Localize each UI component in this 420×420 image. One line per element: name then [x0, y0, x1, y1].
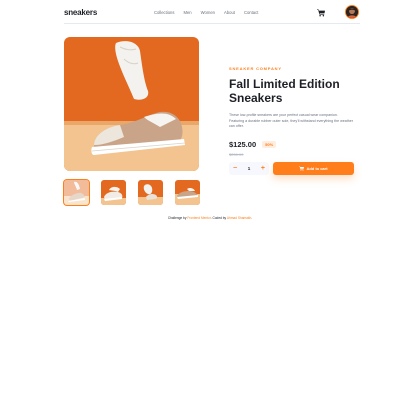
menu-item-women[interactable]: Women: [201, 10, 215, 15]
footer-text-1: Challenge by: [167, 216, 188, 220]
thumbnail-4[interactable]: [175, 180, 200, 205]
thumbnail-3[interactable]: [138, 180, 163, 205]
price-row: $125.00 50%: [229, 140, 357, 149]
product-details: SNEAKER COMPANY Fall Limited Edition Sne…: [229, 66, 357, 157]
minus-button[interactable]: −: [233, 165, 237, 172]
author-link[interactable]: Ahmad Shamakh: [227, 216, 251, 220]
menu-item-men[interactable]: Men: [183, 10, 191, 15]
add-to-cart-button[interactable]: Add to cart: [273, 162, 354, 175]
current-price: $125.00: [229, 139, 257, 149]
thumbnail-1[interactable]: [63, 179, 90, 206]
quantity-value: 1: [247, 166, 251, 171]
menu-item-about[interactable]: About: [224, 10, 235, 15]
cart-icon[interactable]: [317, 9, 325, 17]
quantity-stepper: − 1 +: [229, 162, 269, 175]
company-name: SNEAKER COMPANY: [229, 66, 282, 71]
thumbnail-2[interactable]: [101, 180, 126, 205]
thumbnail-row: [63, 179, 200, 206]
footer-text-2: . Coded by: [210, 216, 227, 220]
footer-text-3: .: [251, 216, 253, 220]
menu-item-collections[interactable]: Collections: [154, 10, 174, 15]
cart-icon: [299, 166, 305, 171]
avatar[interactable]: [345, 5, 359, 19]
product-main-image[interactable]: [64, 37, 199, 171]
product-title: Fall Limited Edition Sneakers: [229, 77, 340, 105]
logo[interactable]: sneakers: [64, 8, 97, 17]
plus-button[interactable]: +: [261, 165, 265, 172]
menu-item-contact[interactable]: Contact: [244, 10, 258, 15]
original-price: $250.00: [229, 151, 244, 157]
top-navigation: sneakers Collections Men Women About Con…: [64, 4, 360, 24]
discount-badge: 50%: [262, 140, 277, 148]
product-description: These low-profile sneakers are your perf…: [229, 113, 353, 129]
main-menu: Collections Men Women About Contact: [154, 10, 258, 15]
frontend-mentor-link[interactable]: Frontend Mentor: [187, 216, 210, 220]
attribution-footer: Challenge by Frontend Mentor. Coded by A…: [0, 216, 420, 220]
add-to-cart-label: Add to cart: [306, 166, 328, 171]
